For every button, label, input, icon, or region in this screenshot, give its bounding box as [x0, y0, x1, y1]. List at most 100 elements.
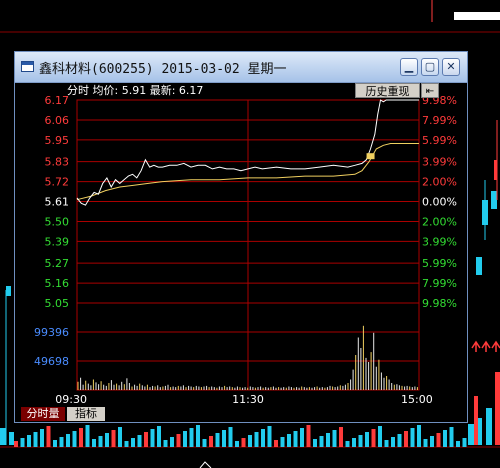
- background-volume-bar: [261, 429, 265, 447]
- minimize-button[interactable]: ▁: [400, 58, 418, 76]
- close-button[interactable]: ✕: [442, 58, 460, 76]
- chart-grid: [76, 99, 420, 391]
- background-volume-bar: [157, 426, 161, 447]
- percent-tick-label: 3.99%: [422, 235, 457, 248]
- background-volume-bar: [14, 441, 18, 447]
- time-tick-label: 15:00: [401, 393, 433, 406]
- history-replay-button[interactable]: 历史重现: [355, 83, 420, 98]
- background-volume-bar: [98, 436, 103, 447]
- price-tick-label: 6.06: [45, 114, 70, 127]
- time-tick-label: 09:30: [55, 393, 87, 406]
- background-volume-bar: [313, 439, 317, 447]
- price-tick-label: 5.39: [45, 235, 70, 248]
- background-volume-bar: [144, 432, 148, 447]
- background-volume-bar: [79, 428, 83, 447]
- tab-indicator[interactable]: 指标: [67, 407, 105, 421]
- percent-tick-label: 7.99%: [422, 277, 457, 290]
- background-volume-bar: [365, 432, 369, 447]
- price-tick-label: 5.27: [45, 257, 70, 270]
- percent-tick-label: 2.00%: [422, 215, 457, 228]
- price-tick-label: 5.05: [45, 297, 70, 310]
- background-volume-bar: [423, 439, 428, 447]
- price-tick-label: 5.72: [45, 176, 70, 189]
- background-volume-bar: [163, 440, 168, 447]
- background-volume-bar: [410, 428, 415, 447]
- background-volume-bar: [339, 427, 343, 447]
- maximize-button[interactable]: ▢: [421, 58, 439, 76]
- window-body: 6.17 6.06 5.95 5.83 5.72 5.61 5.50 5.39 5.27 5.16…: [15, 83, 467, 422]
- volume-tick-label: 49698: [34, 355, 69, 368]
- bg-legend-bar: [454, 12, 500, 20]
- background-volume-bar: [228, 427, 233, 447]
- background-volume-bar: [46, 426, 51, 447]
- background-volume-bar: [202, 439, 207, 447]
- price-axis: 6.17 6.06 5.95 5.83 5.72 5.61 5.50 5.39 5.27 5.16…: [45, 94, 70, 310]
- background-volume-bar: [462, 438, 467, 447]
- background-volume-bar: [287, 434, 291, 447]
- percent-tick-label: 0.00%: [422, 196, 457, 209]
- background-volume-bar: [391, 437, 395, 447]
- price-tick-label: 5.50: [45, 215, 70, 228]
- background-volume-bar: [404, 431, 408, 447]
- price-tick-label: 5.61: [45, 196, 70, 209]
- background-volume-bar: [170, 437, 174, 447]
- background-volume-bar: [189, 428, 194, 447]
- background-volume-bar: [430, 436, 434, 447]
- background-volume-bar: [137, 435, 142, 447]
- background-volume-bar: [254, 432, 259, 447]
- background-volume-bar: [66, 434, 70, 447]
- background-volume-bar: [274, 440, 278, 447]
- volume-tick-label: 99396: [34, 326, 69, 339]
- background-volume-bar: [300, 428, 304, 447]
- background-volume-bar: [352, 438, 356, 447]
- background-volume-bar: [59, 437, 64, 447]
- background-volume-bar: [306, 425, 311, 447]
- background-volume-bar: [85, 425, 90, 447]
- background-volume-bar: [53, 440, 57, 447]
- background-volume-bar: [72, 431, 77, 447]
- background-volume-bar: [280, 437, 285, 447]
- background-volume-bar: [27, 435, 31, 447]
- background-volume-bar: [384, 440, 389, 447]
- time-tick-label: 11:30: [232, 393, 264, 406]
- background-volume-bar: [33, 432, 38, 447]
- tab-volume[interactable]: 分时量: [21, 407, 65, 421]
- background-volume-bars: [14, 425, 467, 447]
- jump-to-start-icon[interactable]: ⇤: [421, 83, 439, 98]
- background-volume-bar: [267, 426, 272, 447]
- price-tick-label: 5.16: [45, 277, 70, 290]
- background-volume-bar: [332, 430, 337, 447]
- percent-tick-label: 3.99%: [422, 156, 457, 169]
- background-volume-bar: [92, 439, 96, 447]
- percent-tick-label: 5.99%: [422, 134, 457, 147]
- background-volume-bar: [319, 436, 324, 447]
- time-axis: 09:30 11:30 15:00: [55, 393, 432, 406]
- window-titlebar[interactable]: 鑫科材料(600255) 2015-03-02 星期一 ▁ ▢ ✕: [15, 52, 467, 83]
- background-volume-bar: [397, 434, 402, 447]
- background-volume-bar: [293, 431, 298, 447]
- background-volume-bar: [358, 435, 363, 447]
- background-volume-bar: [150, 429, 155, 447]
- background-volume-bar: [241, 438, 246, 447]
- volume-axis: 99396 49698: [34, 326, 69, 368]
- price-tick-label: 5.83: [45, 156, 70, 169]
- background-volume-bar: [436, 433, 441, 447]
- background-volume-bar: [111, 430, 116, 447]
- intraday-chart[interactable]: 6.17 6.06 5.95 5.83 5.72 5.61 5.50 5.39 5.27 5.16…: [15, 83, 467, 422]
- background-volume-bar: [248, 435, 252, 447]
- chart-header-info: 分时 均价: 5.91 最新: 6.17: [67, 83, 203, 97]
- background-volume-bar: [235, 441, 239, 447]
- percent-axis: 9.98% 7.99% 5.99% 3.99% 2.00% 0.00% 2.00% 3.99%…: [422, 94, 457, 310]
- background-volume-bar: [371, 429, 376, 447]
- intraday-chart-window: 鑫科材料(600255) 2015-03-02 星期一 ▁ ▢ ✕ 6.17 6.…: [14, 51, 468, 423]
- background-volume-bar: [378, 426, 382, 447]
- background-volume-bar: [209, 436, 213, 447]
- percent-tick-label: 2.00%: [422, 176, 457, 189]
- background-volume-bar: [417, 425, 421, 447]
- price-tick-label: 6.17: [45, 94, 70, 107]
- percent-tick-label: 7.99%: [422, 114, 457, 127]
- background-volume-bar: [449, 427, 454, 447]
- percent-tick-label: 9.98%: [422, 297, 457, 310]
- background-volume-bar: [443, 430, 447, 447]
- background-volume-bar: [183, 431, 187, 447]
